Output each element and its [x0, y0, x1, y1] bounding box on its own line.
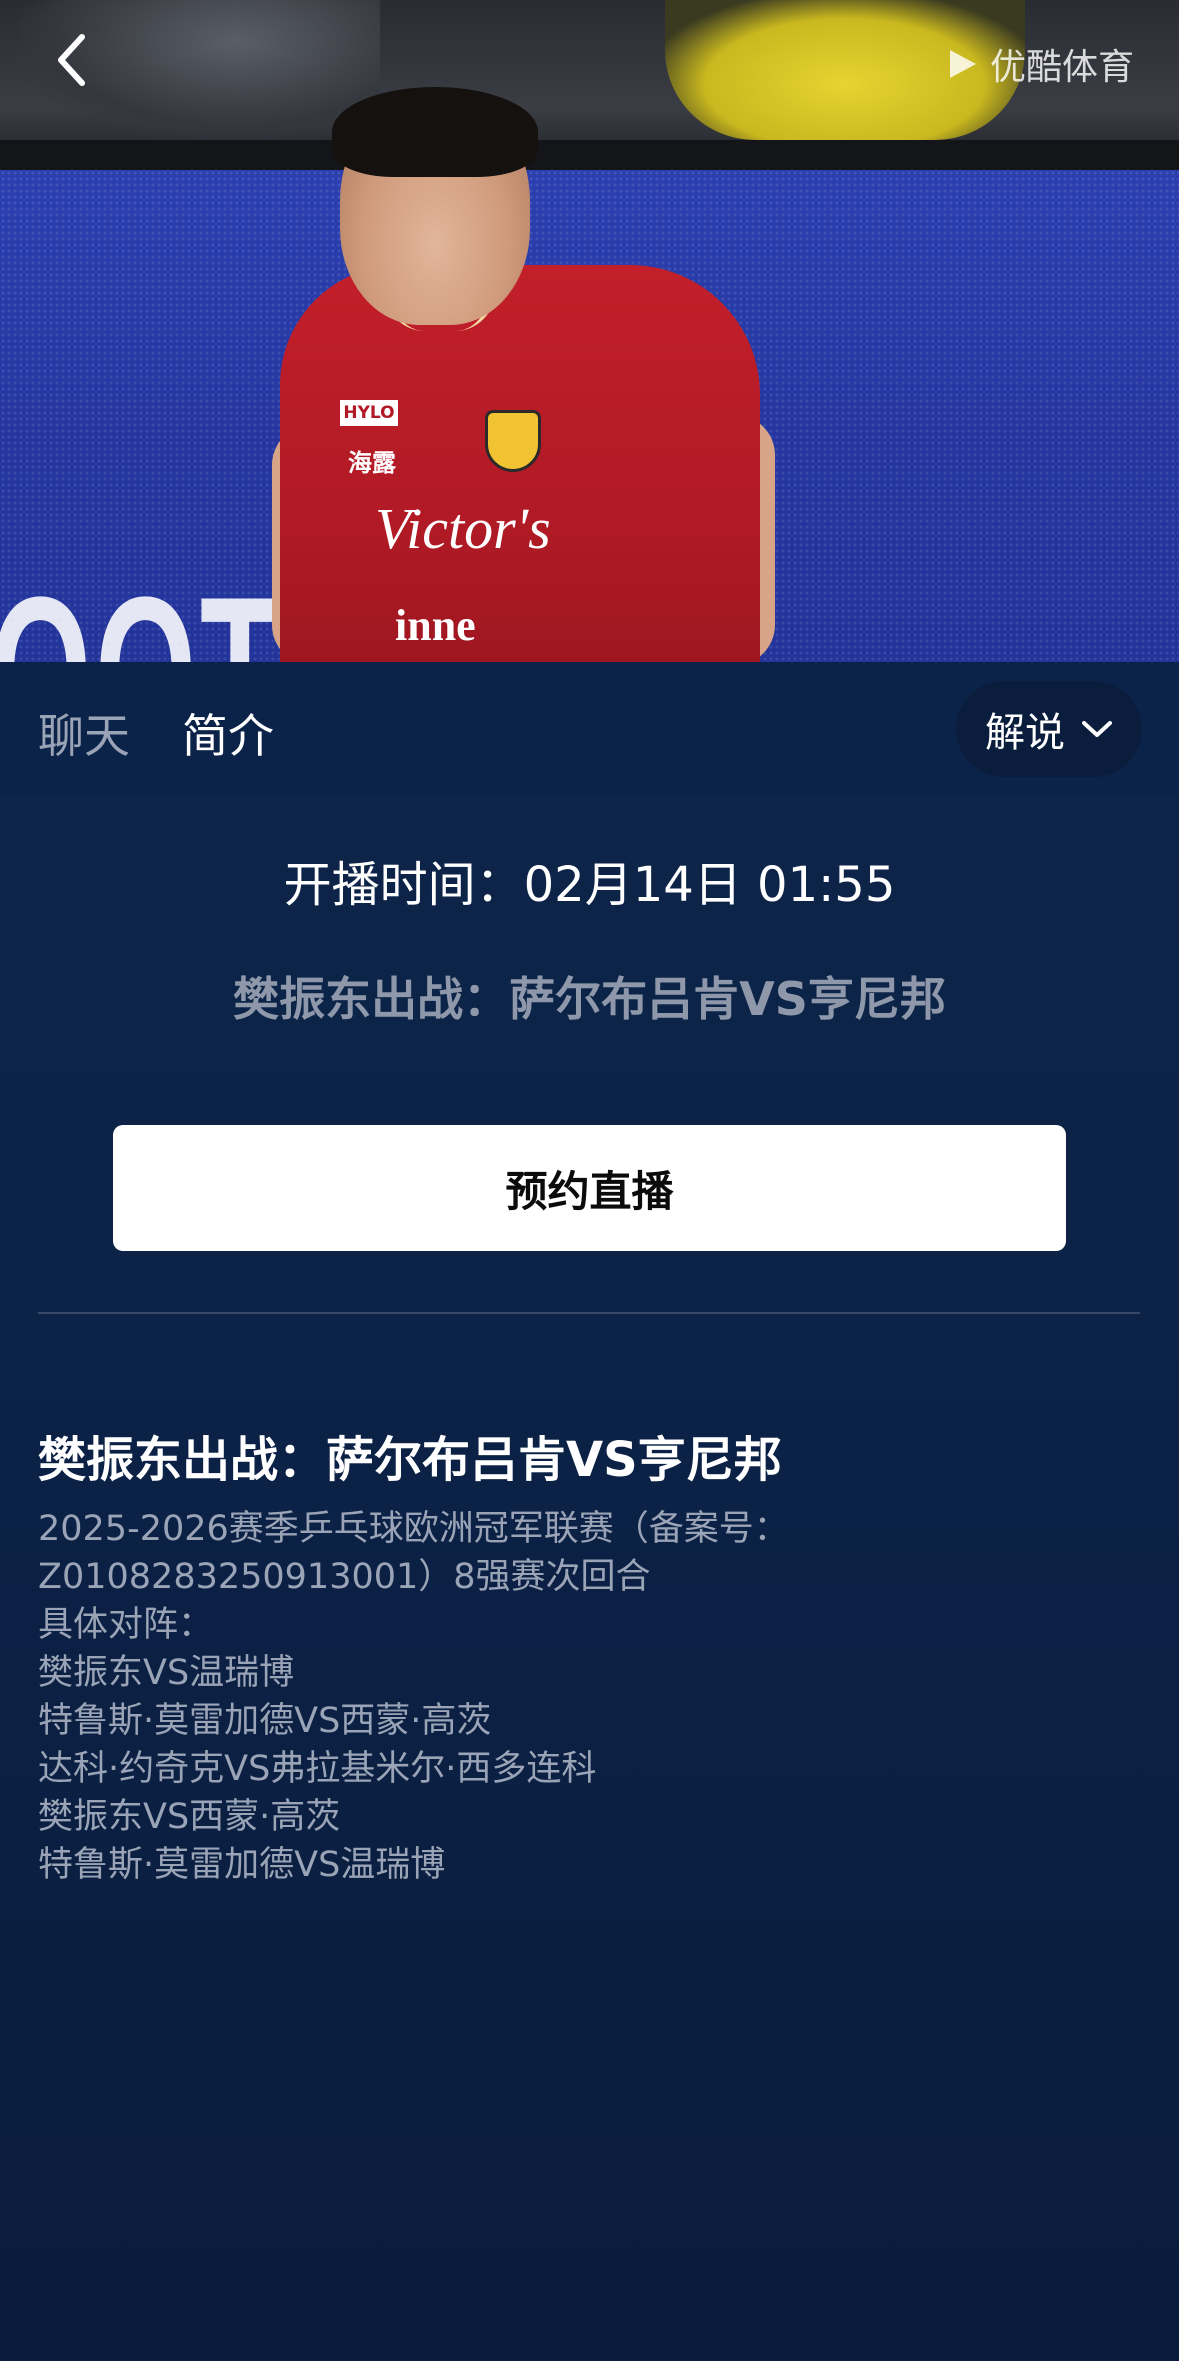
- jersey-sponsor-a: HYLO: [340, 400, 398, 426]
- description-line: 樊振东VS西蒙·高茨: [38, 1797, 341, 1837]
- section-divider: [38, 1312, 1140, 1314]
- description-line: 樊振东VS温瑞博: [38, 1653, 295, 1693]
- jersey-sponsor-d: inne: [395, 601, 476, 650]
- watermark-label: 优酷体育: [990, 47, 1135, 88]
- match-subtitle: 樊振东出战：萨尔布吕肯VS亨尼邦: [233, 972, 946, 1026]
- jersey-sponsor-b: 海露: [348, 449, 396, 477]
- tab-chat[interactable]: 聊天: [38, 700, 130, 766]
- youku-play-icon: [950, 50, 976, 78]
- youku-sports-watermark: 优酷体育: [942, 38, 1134, 90]
- description-line: Z0108283250913001）8强赛次回合: [38, 1557, 651, 1597]
- description-body: 2025-2026赛季乒乓球欧洲冠军联赛（备案号： Z0108283250913…: [38, 1505, 1138, 1889]
- player-hair: [332, 87, 538, 177]
- broadcast-start-time: 开播时间：02月14日 01:55: [283, 857, 896, 913]
- chevron-down-icon: [1082, 721, 1112, 737]
- description-title: 樊振东出战：萨尔布吕肯VS亨尼邦: [38, 1432, 782, 1488]
- description-line: 特鲁斯·莫雷加德VS温瑞博: [38, 1845, 446, 1885]
- description-line: 具体对阵：: [38, 1605, 214, 1645]
- video-player[interactable]: OOT S HYLO 海露 Victor's inne 优酷体育: [0, 0, 1179, 662]
- jersey-sponsor-c: Victor's: [375, 496, 551, 561]
- description-line: 2025-2026赛季乒乓球欧洲冠军联赛（备案号：: [38, 1509, 789, 1549]
- commentary-dropdown[interactable]: 解说: [956, 681, 1142, 777]
- description-line: 特鲁斯·莫雷加德VS西蒙·高茨: [38, 1701, 492, 1741]
- back-button[interactable]: [48, 30, 94, 90]
- jersey-crest: [485, 410, 541, 472]
- description-line: 达科·约奇克VS弗拉基米尔·西多连科: [38, 1749, 597, 1789]
- reserve-live-button[interactable]: 预约直播: [113, 1125, 1066, 1251]
- tab-intro[interactable]: 简介: [182, 700, 274, 766]
- commentary-label: 解说: [985, 710, 1065, 756]
- reserve-live-label: 预约直播: [505, 1166, 674, 1216]
- video-player-figure: HYLO 海露 Victor's inne: [272, 87, 775, 662]
- chevron-left-icon: [58, 34, 85, 86]
